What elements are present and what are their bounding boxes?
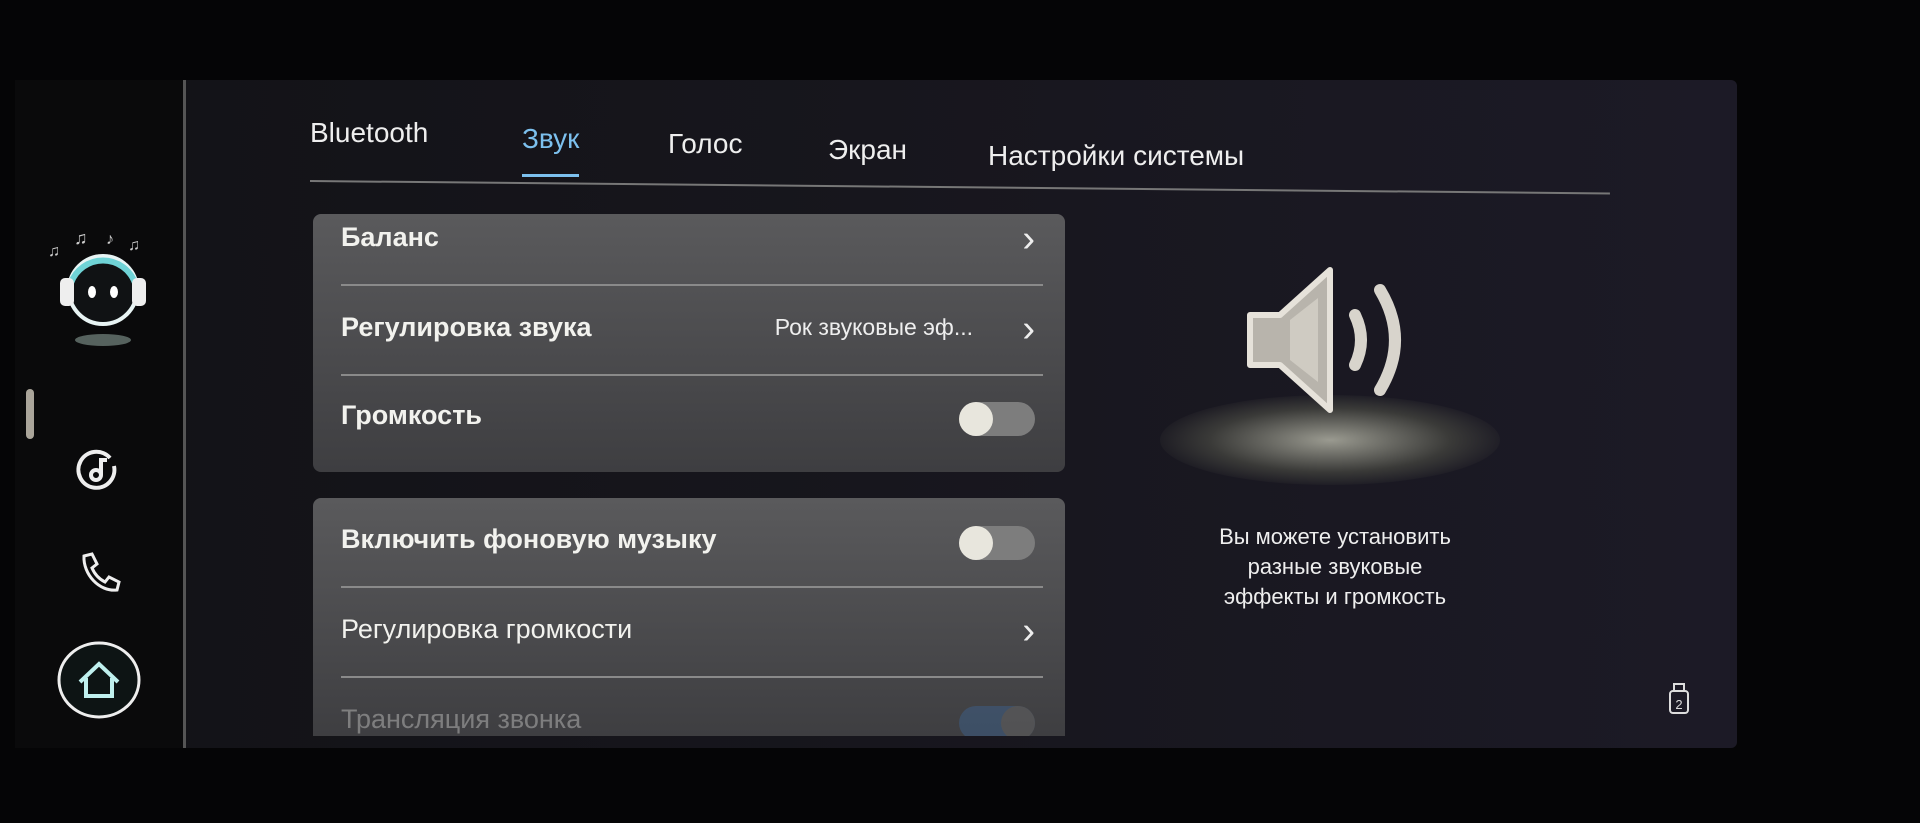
call-broadcast-row: Трансляция звонка	[341, 678, 1043, 736]
svg-text:♫: ♫	[48, 243, 60, 260]
tab-bluetooth[interactable]: Bluetooth	[310, 117, 428, 149]
phone-icon[interactable]	[70, 546, 126, 602]
sound-adjust-row[interactable]: Регулировка звука Рок звуковые эф... ›	[341, 286, 1043, 376]
svg-text:♫: ♫	[74, 228, 88, 248]
balance-label: Баланс	[341, 222, 439, 252]
chevron-right-icon: ›	[1022, 308, 1035, 350]
tab-voice[interactable]: Голос	[668, 128, 742, 160]
hint-line: разные звуковые	[1247, 554, 1423, 579]
call-broadcast-label: Трансляция звонка	[341, 704, 582, 734]
sound-settings-panel: Баланс › Регулировка звука Рок звуковые …	[313, 214, 1065, 472]
volume-row: Громкость	[341, 374, 1043, 462]
tab-screen[interactable]: Экран	[828, 134, 907, 166]
balance-row[interactable]: Баланс ›	[341, 196, 1043, 286]
speaker-volume-icon	[1247, 267, 1401, 413]
sound-adjust-value: Рок звуковые эф...	[774, 314, 973, 340]
background-music-panel: Включить фоновую музыку Регулировка гром…	[313, 498, 1065, 736]
tab-system-settings[interactable]: Настройки системы	[988, 140, 1244, 172]
call-broadcast-toggle[interactable]	[959, 706, 1035, 736]
tab-sound[interactable]: Звук	[522, 123, 580, 177]
volume-label: Громкость	[341, 400, 483, 430]
home-button[interactable]	[56, 640, 142, 720]
bg-music-toggle[interactable]	[959, 526, 1035, 560]
volume-adjust-label: Регулировка громкости	[341, 614, 633, 644]
volume-adjust-row[interactable]: Регулировка громкости ›	[341, 588, 1043, 678]
music-icon[interactable]	[70, 444, 126, 500]
chevron-right-icon: ›	[1022, 610, 1035, 652]
hint-line: эффекты и громкость	[1223, 584, 1447, 609]
bg-music-label: Включить фоновую музыку	[341, 524, 717, 554]
voice-assistant-avatar[interactable]: ♫ ♫ ♪ ♫	[46, 228, 166, 348]
sound-adjust-label: Регулировка звука	[341, 312, 592, 342]
bg-music-row: Включить фоновую музыку	[341, 498, 1043, 588]
svg-text:2: 2	[1675, 697, 1682, 712]
svg-text:♫: ♫	[128, 237, 140, 254]
hint-line: Вы можете установить	[1219, 524, 1451, 549]
sidebar-drag-handle[interactable]	[26, 389, 34, 439]
toggle-knob	[1001, 706, 1035, 736]
sound-hint-text: Вы можете установить разные звуковые эфф…	[1160, 522, 1510, 612]
toggle-knob	[959, 526, 993, 560]
svg-text:♪: ♪	[106, 231, 114, 248]
toggle-knob	[959, 402, 993, 436]
usb-icon: 2	[1669, 683, 1689, 714]
chevron-right-icon: ›	[1022, 218, 1035, 260]
volume-toggle[interactable]	[959, 402, 1035, 436]
